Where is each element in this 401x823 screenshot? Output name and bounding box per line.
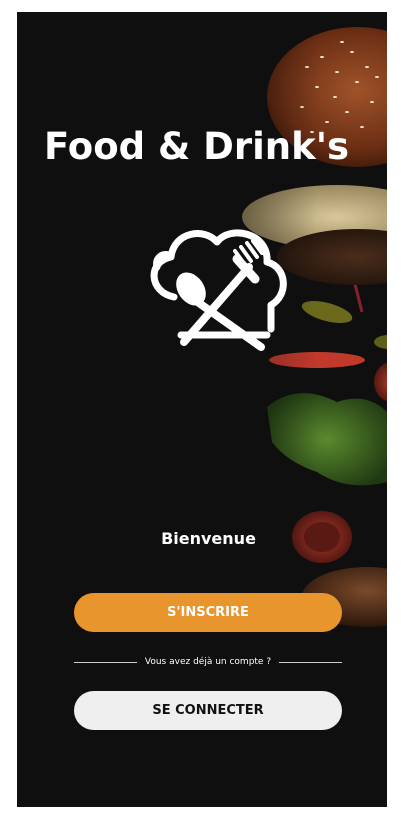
app-screen: Food & Drink's Bienvenue S'INSCRIRE Vous…	[17, 12, 387, 807]
welcome-text: Bienvenue	[161, 529, 256, 548]
signup-button[interactable]: S'INSCRIRE	[74, 593, 342, 632]
divider-line-right	[279, 661, 342, 663]
account-divider: Vous avez déjà un compte ?	[74, 657, 342, 667]
app-title: Food & Drink's	[44, 125, 350, 168]
divider-line-left	[74, 661, 137, 663]
chef-hat-utensils-logo	[150, 229, 287, 351]
login-button[interactable]: SE CONNECTER	[74, 691, 342, 730]
existing-account-text: Vous avez déjà un compte ?	[144, 657, 272, 667]
